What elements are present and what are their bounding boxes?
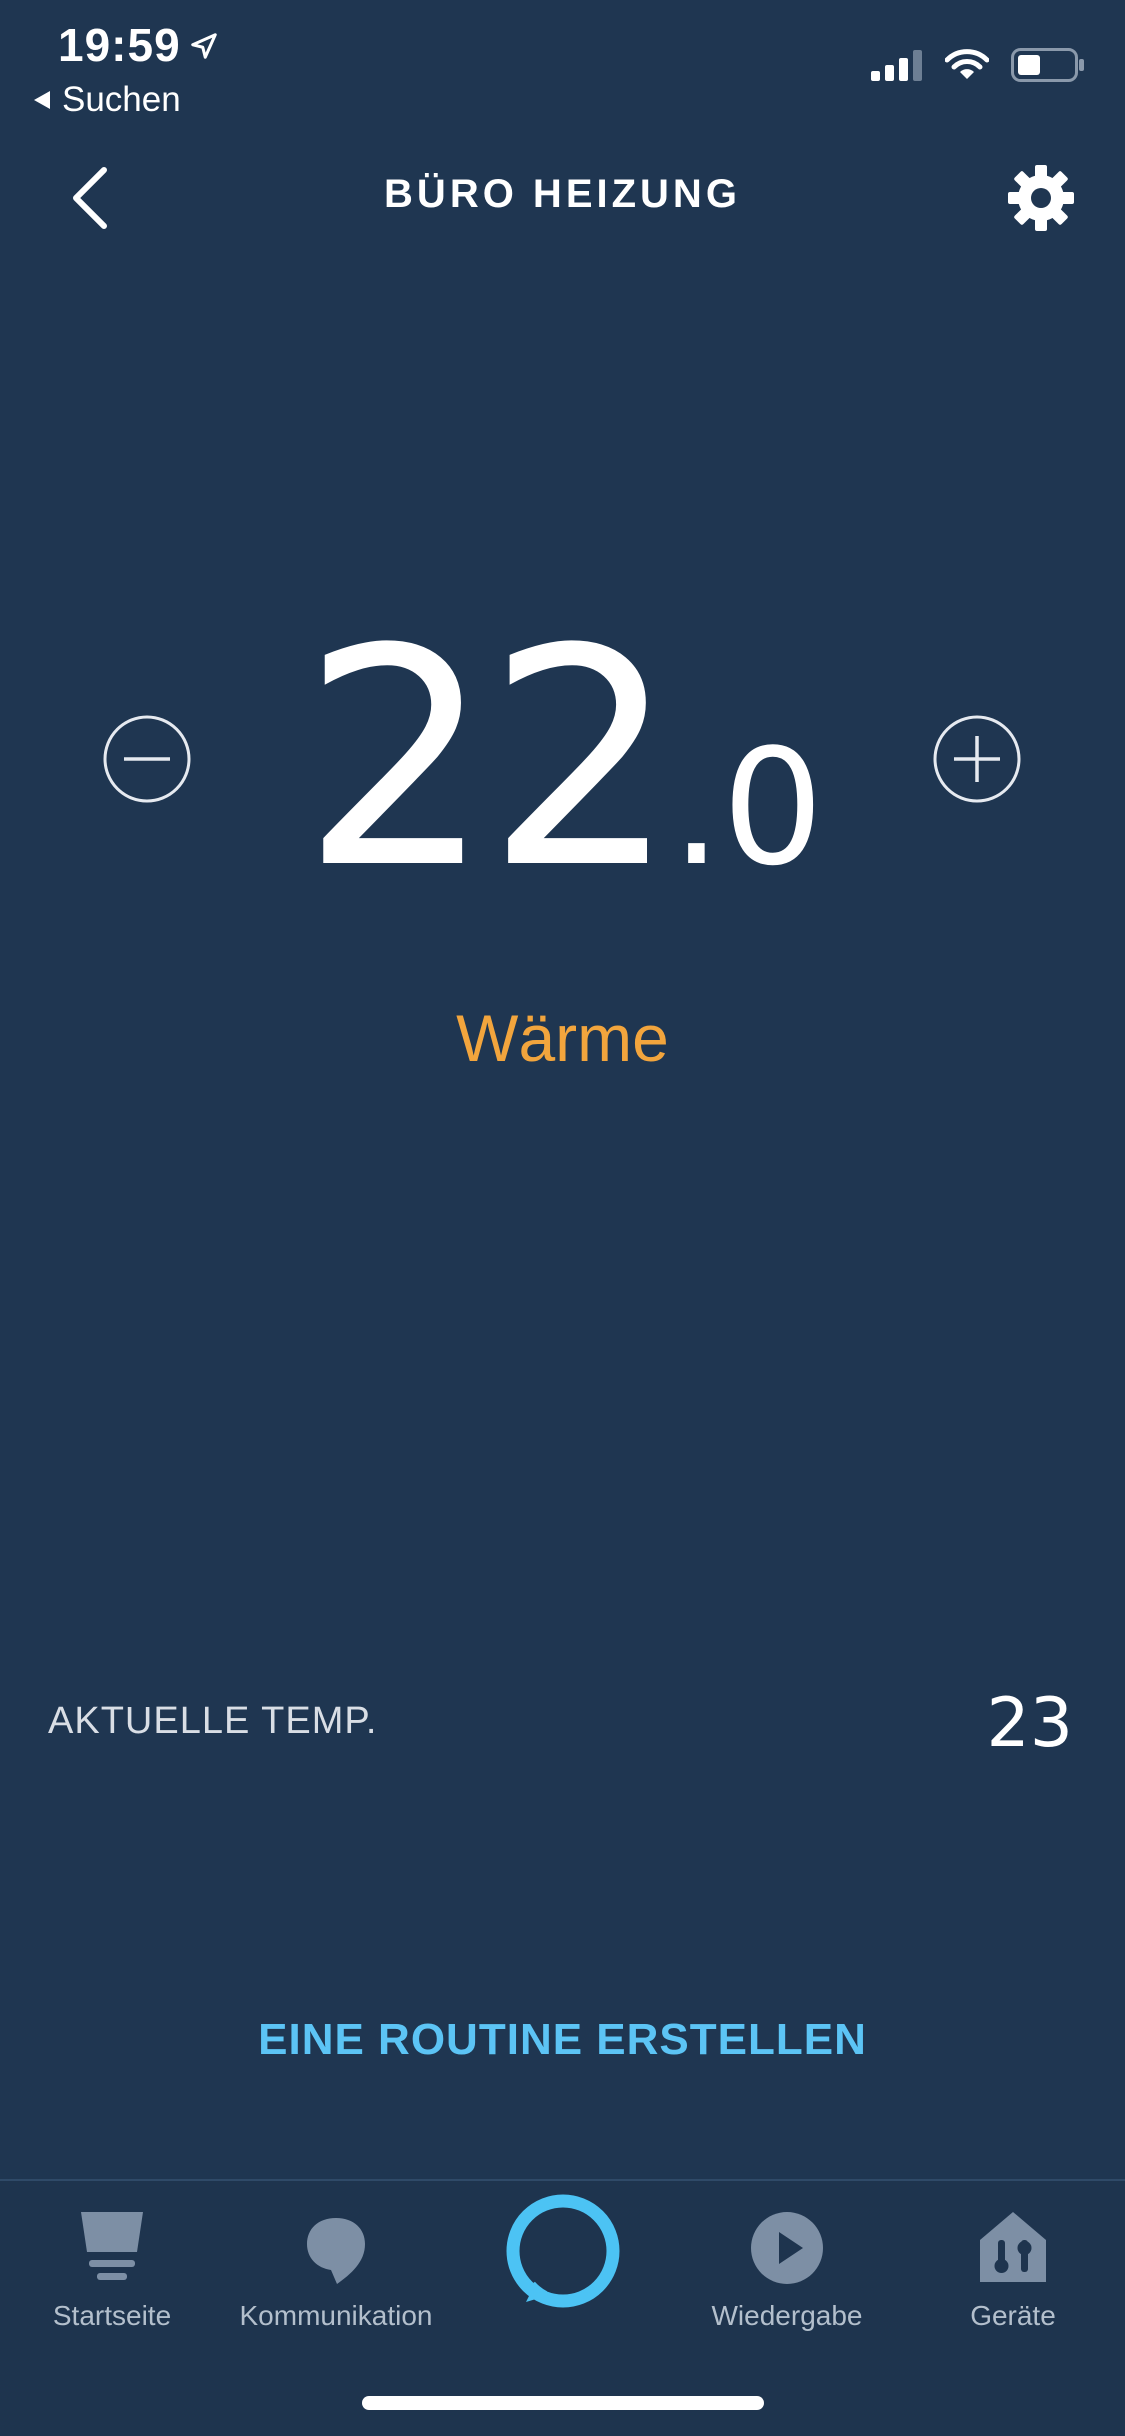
tab-label: Geräte (970, 2300, 1056, 2331)
gear-icon (1007, 164, 1075, 237)
setpoint-integer: 22 (301, 585, 677, 934)
setpoint-decimal: .0 (671, 714, 824, 901)
location-arrow-icon (189, 18, 219, 72)
tab-startseite[interactable]: Startseite (2, 2196, 222, 2332)
status-time: 19:59 (58, 18, 219, 72)
back-to-app[interactable]: Suchen (32, 80, 181, 120)
tab-label: Kommunikation (239, 2300, 433, 2331)
mode-label: Wärme (456, 1001, 669, 1075)
tab-label: Wiedergabe (711, 2300, 863, 2331)
battery-icon (1011, 48, 1085, 87)
tab-label: Startseite (52, 2300, 172, 2331)
home-indicator[interactable] (362, 2396, 764, 2410)
devices-icon (978, 2196, 1048, 2286)
current-temp-value: 23 (986, 1684, 1073, 1763)
play-icon (749, 2196, 825, 2286)
home-icon (77, 2196, 147, 2286)
increase-temperature-button[interactable] (932, 714, 1022, 809)
current-temp-label: AKTUELLE TEMP. (48, 1700, 378, 1742)
back-triangle-icon (32, 80, 52, 120)
status-indicators (871, 48, 1085, 87)
tab-kommunikation[interactable]: Kommunikation (226, 2196, 446, 2332)
tab-alexa[interactable] (506, 2194, 620, 2313)
plus-circle-icon (932, 714, 1022, 809)
speech-bubble-icon (303, 2196, 369, 2286)
alexa-ring-icon (506, 2194, 620, 2313)
settings-button[interactable] (1001, 160, 1081, 240)
create-routine-link[interactable]: EINE ROUTINE ERSTELLEN (0, 2015, 1125, 2065)
status-time-text: 19:59 (58, 19, 181, 71)
wifi-icon (944, 49, 990, 86)
cellular-signal-icon (871, 49, 923, 86)
back-app-label: Suchen (62, 80, 181, 119)
tab-geraete[interactable]: Geräte (903, 2196, 1123, 2332)
tab-wiedergabe[interactable]: Wiedergabe (677, 2196, 897, 2332)
page-title: BÜRO HEIZUNG (384, 172, 741, 216)
